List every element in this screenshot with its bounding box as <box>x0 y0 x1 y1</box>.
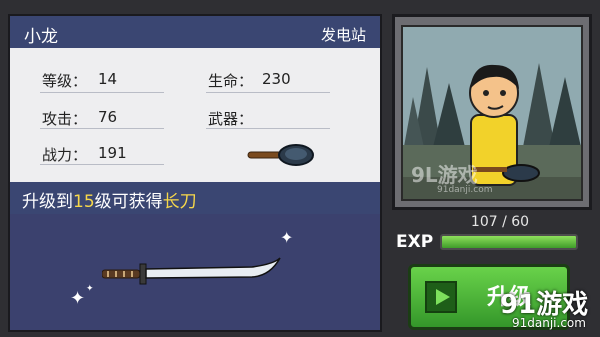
divider <box>40 128 164 129</box>
watermark-url: 91danji.com <box>512 316 586 330</box>
watermark-url: 91danji.com <box>437 185 493 195</box>
hp-value: 230 <box>262 70 291 88</box>
exp-bar <box>440 234 578 250</box>
attack-value: 76 <box>98 108 118 126</box>
level-label: 等级： <box>42 72 88 90</box>
divider <box>206 92 330 93</box>
exp-count: 107 / 60 <box>470 214 530 230</box>
stats-panel: 小龙 发电站 等级： 14 生命： 230 攻击： 76 武器： 战力： 191 <box>8 14 382 182</box>
upgrade-reward: 长刀 <box>162 192 197 212</box>
character-name: 小龙 <box>24 27 58 47</box>
power-label: 战力： <box>42 146 88 164</box>
play-icon <box>425 281 457 313</box>
power-value: 191 <box>98 144 127 162</box>
hp-label: 生命： <box>208 72 254 90</box>
divider <box>40 164 164 165</box>
watermark-logo: 9L游戏 <box>411 163 478 187</box>
exp-bar-fill <box>442 236 576 248</box>
divider <box>206 128 330 129</box>
frying-pan-icon <box>247 144 314 166</box>
katana-icon <box>102 257 281 285</box>
upgrade-prefix: 升级到 <box>22 192 73 212</box>
location-label: 发电站 <box>320 26 366 44</box>
upgrade-level: 15 <box>73 192 95 212</box>
character-portrait: 9L游戏 91danji.com <box>392 14 592 210</box>
exp-label: EXP <box>396 232 434 252</box>
divider <box>40 92 164 93</box>
upgrade-reward-text: 升级到15级可获得长刀 <box>8 182 382 214</box>
portrait-scene: 9L游戏 91danji.com <box>401 25 583 201</box>
panel-header: 小龙 发电站 <box>10 16 380 48</box>
weapon-label: 武器： <box>208 110 254 128</box>
upgrade-middle: 级可获得 <box>94 192 163 212</box>
sparkle-icon: ✦ <box>70 288 86 309</box>
sparkle-icon: ✦ <box>280 228 294 247</box>
level-value: 14 <box>98 70 118 88</box>
reward-preview: ✦ ✦ ✦ <box>8 214 382 332</box>
sparkle-icon: ✦ <box>86 284 94 294</box>
attack-label: 攻击： <box>42 110 88 128</box>
